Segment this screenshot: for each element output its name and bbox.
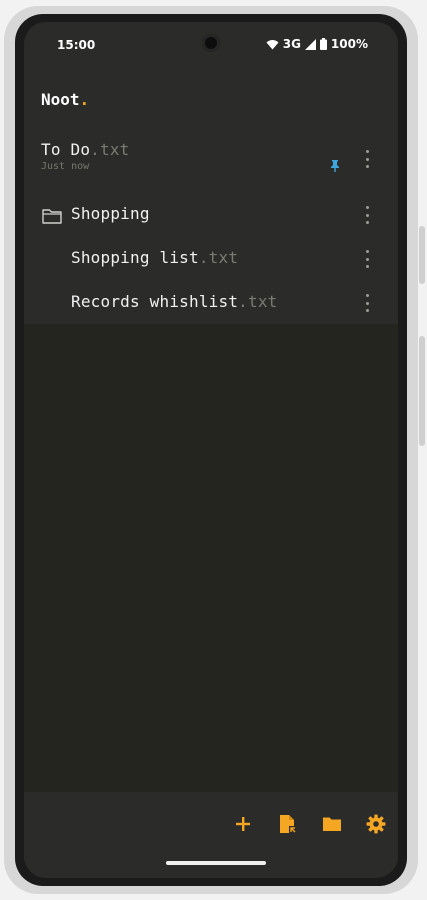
app-title: Noot. [41, 90, 89, 109]
new-folder-button[interactable] [320, 812, 344, 836]
file-extension: .txt [198, 248, 239, 267]
add-icon [236, 817, 250, 831]
folder-icon [42, 209, 62, 224]
file-name: Shopping list.txt [71, 248, 238, 267]
battery-icon [319, 38, 327, 50]
more-options-icon[interactable] [364, 150, 370, 168]
file-extension: .txt [90, 140, 130, 159]
volume-button [419, 226, 425, 284]
home-indicator[interactable] [166, 861, 266, 865]
signal-icon [304, 38, 316, 50]
settings-icon [366, 814, 386, 834]
file-modified-time: Just now [41, 161, 90, 172]
more-options-icon[interactable] [364, 294, 370, 312]
wifi-icon [266, 39, 279, 49]
file-list: To Do.txt Just now Shopping Shopping lis… [24, 124, 398, 324]
file-name-text: To Do [41, 140, 91, 159]
list-item-to-do[interactable]: To Do.txt Just now [24, 124, 398, 188]
settings-button[interactable] [364, 812, 388, 836]
new-file-button[interactable] [276, 812, 300, 836]
app-title-dot: . [79, 90, 90, 109]
more-options-icon[interactable] [364, 250, 370, 268]
status-bar: 15:00 3G 100% [24, 22, 398, 66]
file-extension: .txt [238, 292, 278, 311]
file-name: To Do.txt [41, 140, 130, 159]
app-bar: Noot. [24, 66, 398, 124]
status-indicators: 3G 100% [266, 37, 368, 51]
folder-icon [323, 817, 341, 831]
status-time: 15:00 [57, 38, 96, 52]
bottom-action-bar [24, 792, 398, 878]
folder-name: Shopping [71, 204, 150, 223]
network-type: 3G [282, 37, 301, 51]
add-button[interactable] [231, 812, 255, 836]
front-camera [202, 34, 220, 52]
list-item-shopping-list[interactable]: Shopping list.txt [24, 236, 398, 280]
battery-level: 100% [330, 37, 368, 51]
phone-frame: 15:00 3G 100% Noot. To Do.txt Just now S… [4, 6, 425, 894]
screen: 15:00 3G 100% Noot. To Do.txt Just now S… [24, 22, 398, 878]
power-button [419, 336, 425, 446]
pin-icon [331, 160, 339, 172]
file-name-text: Records whishlist [71, 292, 239, 311]
list-item-records-whishlist[interactable]: Records whishlist.txt [24, 280, 398, 324]
more-options-icon[interactable] [364, 206, 370, 224]
new-file-icon [280, 815, 296, 833]
file-name-text: Shopping list [71, 248, 199, 267]
file-name: Records whishlist.txt [71, 292, 278, 311]
list-item-shopping-folder[interactable]: Shopping [24, 192, 398, 236]
app-title-text: Noot [41, 90, 80, 109]
